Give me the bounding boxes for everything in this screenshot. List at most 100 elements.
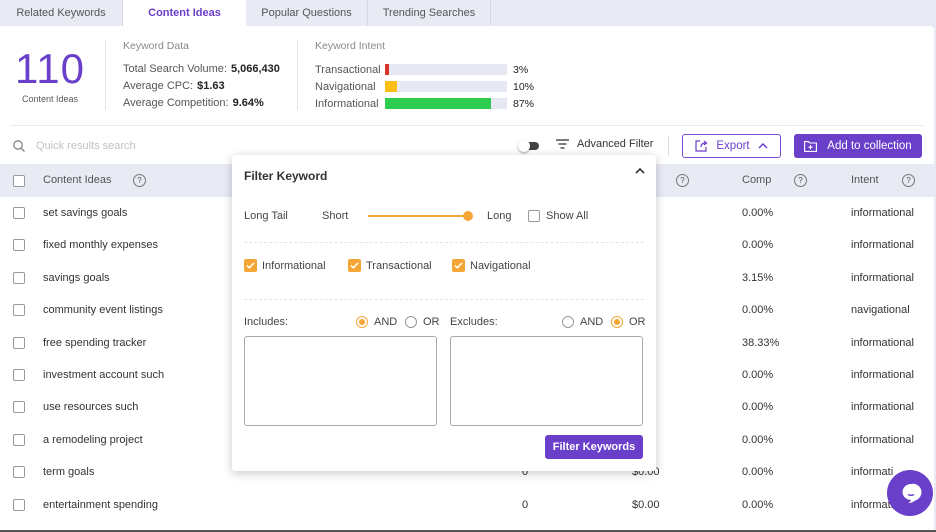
chat-widget-button[interactable] [887,470,933,516]
help-icon[interactable]: ? [902,164,915,197]
keyword-intent: Keyword Intent Transactional 3% Navigatio… [315,40,534,112]
includes-or-radio[interactable] [405,316,417,328]
volume-cell: 0 [522,498,529,511]
advanced-filter-toggle[interactable] [518,140,540,152]
filter-keyword-popup: Filter Keyword Long Tail Short Long Show… [232,155,656,471]
keyword-cell[interactable]: use resources such [43,391,138,423]
row-checkbox[interactable] [13,433,25,446]
intent-percent: 3% [513,63,529,76]
includes-and-label: AND [374,316,398,328]
keyword-cell[interactable]: savings goals [43,262,110,294]
label: Average Competition: [123,97,229,109]
show-all-label: Show All [546,210,589,222]
label: Average CPC: [123,80,194,92]
includes-or-label: OR [423,316,440,328]
intent-row-navigational: Navigational 10% [315,78,534,95]
show-all-checkbox[interactable] [528,210,540,222]
excludes-label: Excludes: [450,316,498,328]
help-icon[interactable]: ? [794,164,807,197]
value: $1.63 [197,80,225,92]
comp-cell: 0.00% [742,401,774,414]
advanced-filter-button[interactable]: Advanced Filter [556,138,653,150]
intent-cell: informational [851,369,914,381]
label: Total Search Volume: [123,63,227,75]
row-checkbox[interactable] [13,498,25,511]
long-tail-slider[interactable] [368,210,474,222]
column-header-content-ideas[interactable]: Content Ideas [43,164,112,197]
row-checkbox[interactable] [13,369,25,381]
tab-content-ideas[interactable]: Content Ideas [123,0,246,26]
divider [105,40,106,110]
add-to-collection-label: Add to collection [827,140,912,152]
tab-bar: Related Keywords Content Ideas Popular Q… [0,0,936,26]
help-icon[interactable]: ? [133,164,146,197]
select-all-checkbox[interactable] [13,175,25,187]
keyword-cell[interactable]: free spending tracker [43,327,146,359]
row-checkbox[interactable] [13,401,25,414]
excludes-and-label: AND [580,316,604,328]
quick-search-input[interactable] [36,136,336,156]
check-icon [454,262,463,269]
comp-cell: 0.00% [742,369,774,381]
intent-bar-fill [385,81,398,92]
tab-trending-searches[interactable]: Trending Searches [368,0,491,26]
informational-checkbox[interactable] [244,259,257,272]
intent-cell: informational [851,239,914,252]
table-row: entertainment spending 0 $0.00 0.00% inf… [0,489,934,521]
intent-bar [385,81,507,92]
content-ideas-count: 110 Content Ideas [10,44,90,104]
intent-bar [385,64,507,75]
keyword-intent-title: Keyword Intent [315,40,386,52]
help-icon[interactable]: ? [676,164,689,197]
intent-bar [385,98,507,109]
excludes-textarea[interactable] [450,336,643,426]
slider-handle[interactable] [463,211,473,221]
column-header-comp[interactable]: Comp [742,164,771,197]
navigational-label: Navigational [470,260,531,272]
filter-icon [556,139,569,149]
intent-label: Navigational [315,80,376,93]
transactional-label: Transactional [366,260,432,272]
includes-and-radio[interactable] [356,316,368,328]
comp-cell: 3.15% [742,271,774,284]
tab-popular-questions[interactable]: Popular Questions [246,0,368,26]
comp-cell: 0.00% [742,304,774,317]
column-header-intent[interactable]: Intent [851,164,879,197]
keyword-cell[interactable]: community event listings [43,294,163,326]
check-icon [246,262,255,269]
transactional-checkbox[interactable] [348,259,361,272]
row-checkbox[interactable] [13,336,25,349]
content-panel: 110 Content Ideas Keyword Data Total Sea… [0,26,934,532]
intent-cell: informati [851,466,894,479]
intent-label: Informational [315,97,379,110]
keyword-cell[interactable]: term goals [43,456,94,488]
check-icon [350,262,359,269]
keyword-cell[interactable]: a remodeling project [43,424,143,456]
chevron-up-icon[interactable] [634,165,646,177]
row-checkbox[interactable] [13,304,25,317]
comp-cell: 0.00% [742,433,774,446]
includes-textarea[interactable] [244,336,437,426]
excludes-or-radio[interactable] [611,316,623,328]
row-checkbox[interactable] [13,271,25,284]
long-tail-label: Long Tail [244,210,288,222]
export-button[interactable]: Export [682,134,781,158]
row-checkbox[interactable] [13,239,25,252]
keyword-cell[interactable]: set savings goals [43,197,127,229]
average-competition: Average Competition: 9.64% [123,95,280,112]
add-to-collection-button[interactable]: Add to collection [794,134,922,158]
navigational-checkbox[interactable] [452,259,465,272]
intent-cell: informational [851,271,914,284]
excludes-and-radio[interactable] [562,316,574,328]
row-checkbox[interactable] [13,207,25,219]
filter-keywords-button[interactable]: Filter Keywords [545,435,643,459]
keyword-cell[interactable]: fixed monthly expenses [43,229,158,261]
popup-title: Filter Keyword [244,169,328,183]
value: 5,066,430 [230,63,280,75]
tab-related-keywords[interactable]: Related Keywords [0,0,123,26]
row-checkbox[interactable] [13,466,25,479]
keyword-cell[interactable]: entertainment spending [43,489,158,521]
cpc-cell: $0.00 [632,498,660,511]
intent-row-informational: Informational 87% [315,95,534,112]
keyword-cell[interactable]: investment account such [43,359,164,391]
